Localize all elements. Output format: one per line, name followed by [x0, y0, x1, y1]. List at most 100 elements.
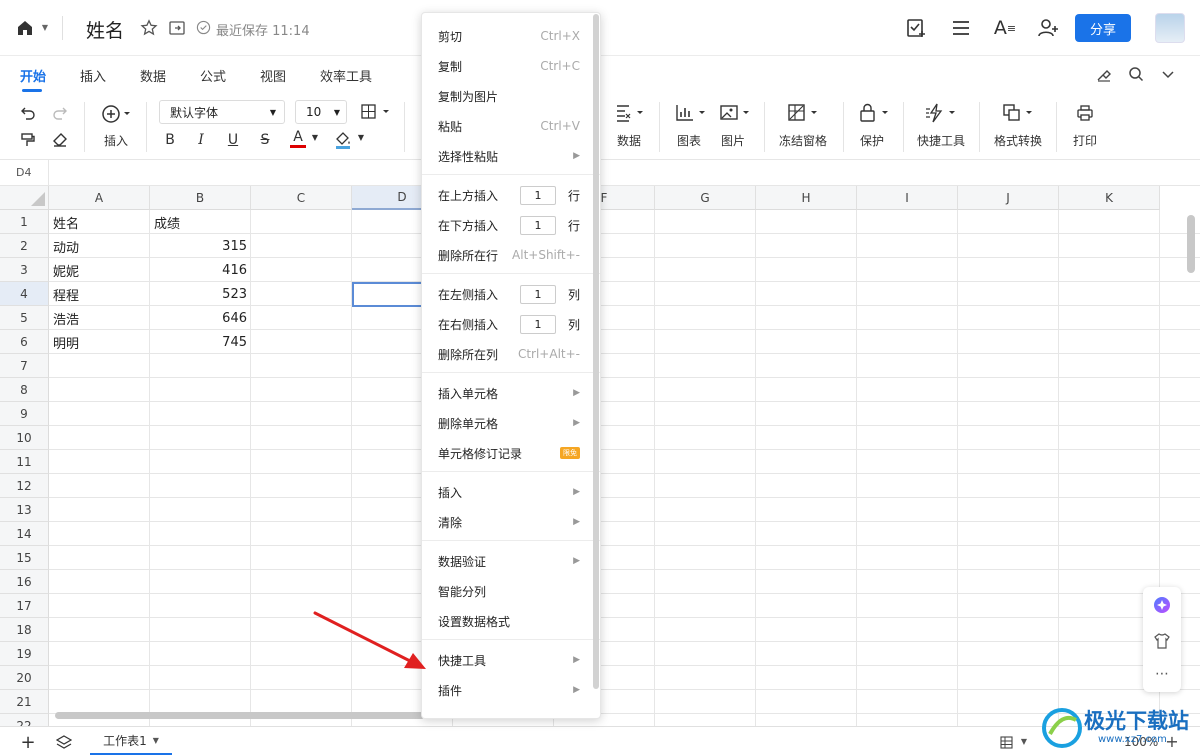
menu-item-insert[interactable]: 插入 ▶ [438, 477, 580, 507]
row-header-16[interactable]: 16 [0, 570, 49, 594]
menu-icon[interactable] [949, 16, 973, 40]
cell-b5[interactable]: 646 [150, 306, 251, 330]
task-check-icon[interactable] [904, 16, 928, 40]
eraser-icon[interactable] [50, 130, 70, 150]
menu-item-insert-cells[interactable]: 插入单元格 ▶ [438, 378, 580, 408]
column-header-k[interactable]: K [1059, 186, 1160, 210]
tab-insert[interactable]: 插入 [80, 66, 106, 85]
cell-a3[interactable]: 妮妮 [49, 258, 150, 282]
tab-efficiency-tools[interactable]: 效率工具 [320, 66, 372, 85]
insert-icon[interactable] [98, 102, 134, 126]
row-header-21[interactable]: 21 [0, 690, 49, 714]
cell-b6[interactable]: 745 [150, 330, 251, 354]
menu-item-insert-below[interactable]: 在下方插入 1 行 [438, 210, 580, 240]
menu-item-data-validation[interactable]: 数据验证 ▶ [438, 546, 580, 576]
tab-start[interactable]: 开始 [20, 66, 46, 85]
cell-b2[interactable]: 315 [150, 234, 251, 258]
cell-reference[interactable]: D4 [16, 166, 31, 179]
menu-item-cell-history[interactable]: 单元格修订记录 限免 [438, 438, 580, 468]
row-header-9[interactable]: 9 [0, 402, 49, 426]
col-count-input[interactable]: 1 [520, 314, 556, 334]
column-header-i[interactable]: I [857, 186, 958, 210]
skin-theme-icon[interactable] [1152, 631, 1172, 651]
menu-item-smart-split[interactable]: 智能分列 [438, 576, 580, 606]
quick-tools-label[interactable]: 快捷工具 [912, 132, 970, 149]
cell-a6[interactable]: 明明 [49, 330, 150, 354]
sheet-tab[interactable]: 工作表1 ▼ [90, 727, 172, 755]
chevron-down-icon[interactable] [1158, 64, 1178, 84]
more-icon[interactable]: ⋯ [1152, 666, 1172, 682]
underline-button[interactable]: U [224, 130, 242, 150]
format-convert-label[interactable]: 格式转换 [989, 132, 1047, 149]
sheet-layers-icon[interactable] [54, 732, 74, 752]
row-header-6[interactable]: 6 [0, 330, 49, 354]
row-header-17[interactable]: 17 [0, 594, 49, 618]
row-header-10[interactable]: 10 [0, 426, 49, 450]
print-label[interactable]: 打印 [1066, 132, 1104, 149]
star-icon[interactable] [139, 18, 159, 38]
row-header-7[interactable]: 7 [0, 354, 49, 378]
row-header-19[interactable]: 19 [0, 642, 49, 666]
add-collaborator-icon[interactable] [1036, 16, 1060, 40]
move-to-folder-icon[interactable] [167, 18, 187, 38]
row-header-15[interactable]: 15 [0, 546, 49, 570]
menu-item-set-data-format[interactable]: 设置数据格式 [438, 606, 580, 636]
row-header-2[interactable]: 2 [0, 234, 49, 258]
image-label[interactable]: 图片 [714, 132, 752, 149]
font-color-dropdown-icon[interactable]: ▼ [310, 132, 320, 142]
row-header-3[interactable]: 3 [0, 258, 49, 282]
view-mode-icon[interactable] [998, 734, 1014, 750]
fill-color-dropdown-icon[interactable]: ▼ [356, 132, 366, 142]
fill-color-icon[interactable] [331, 128, 355, 150]
undo-icon[interactable] [18, 103, 38, 123]
vertical-scrollbar[interactable] [1187, 215, 1195, 273]
freeze-panes-icon[interactable] [786, 102, 820, 124]
add-sheet-icon[interactable]: + [18, 732, 38, 753]
data-icon[interactable] [614, 102, 646, 124]
menu-item-insert-left[interactable]: 在左侧插入 1 列 [438, 279, 580, 309]
row-header-22[interactable]: 22 [0, 714, 49, 726]
row-header-8[interactable]: 8 [0, 378, 49, 402]
row-header-14[interactable]: 14 [0, 522, 49, 546]
select-all-corner[interactable] [0, 186, 49, 210]
cell-b1[interactable]: 成绩 [150, 210, 251, 234]
menu-item-paste-special[interactable]: 选择性粘贴 ▶ [438, 141, 580, 171]
row-header-5[interactable]: 5 [0, 306, 49, 330]
row-header-11[interactable]: 11 [0, 450, 49, 474]
column-header-g[interactable]: G [655, 186, 756, 210]
cell-b4[interactable]: 523 [150, 282, 251, 306]
column-header-h[interactable]: H [756, 186, 857, 210]
row-header-20[interactable]: 20 [0, 666, 49, 690]
ai-assistant-icon[interactable] [1152, 595, 1172, 615]
row-header-18[interactable]: 18 [0, 618, 49, 642]
redo-icon[interactable] [50, 103, 70, 123]
menu-item-clear[interactable]: 清除 ▶ [438, 507, 580, 537]
text-style-icon[interactable]: A ≡ [992, 16, 1018, 40]
menu-item-paste[interactable]: 粘贴 Ctrl+V [438, 111, 580, 141]
menu-item-copy[interactable]: 复制 Ctrl+C [438, 51, 580, 81]
document-title[interactable]: 姓名 [86, 16, 124, 43]
home-icon[interactable] [14, 17, 36, 39]
horizontal-scrollbar[interactable] [55, 712, 425, 719]
row-count-input[interactable]: 1 [520, 185, 556, 205]
row-header-4[interactable]: 4 [0, 282, 49, 306]
menu-item-copy-as-image[interactable]: 复制为图片 [438, 81, 580, 111]
font-family-select[interactable]: 默认字体 ▼ [159, 100, 285, 124]
image-icon[interactable] [718, 102, 752, 124]
row-header-12[interactable]: 12 [0, 474, 49, 498]
row-header-13[interactable]: 13 [0, 498, 49, 522]
share-button[interactable]: 分享 [1075, 14, 1131, 42]
chart-icon[interactable] [674, 102, 708, 124]
menu-item-insert-above[interactable]: 在上方插入 1 行 [438, 180, 580, 210]
font-size-select[interactable]: 10 ▼ [295, 100, 347, 124]
column-header-c[interactable]: C [251, 186, 352, 210]
menu-item-insert-right[interactable]: 在右侧插入 1 列 [438, 309, 580, 339]
quick-tools-icon[interactable] [924, 102, 958, 124]
menu-item-plugins[interactable]: 插件 ▶ [438, 675, 580, 705]
italic-button[interactable]: I [192, 130, 210, 150]
data-label[interactable]: 数据 [610, 132, 648, 149]
border-icon[interactable] [359, 102, 393, 122]
bold-button[interactable]: B [161, 130, 179, 150]
menu-item-delete-column[interactable]: 删除所在列 Ctrl+Alt+- [438, 339, 580, 369]
cell-b3[interactable]: 416 [150, 258, 251, 282]
